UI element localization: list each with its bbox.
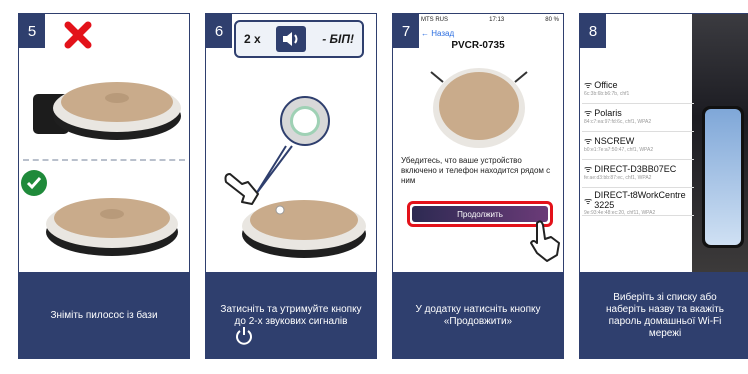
phone-image [702, 106, 744, 248]
button-zoom [280, 96, 330, 146]
beep-text: - БІП! [322, 32, 354, 46]
step-6-panel: 6 2 x - БІП! Затисніть та утримуйте кноп… [205, 13, 377, 359]
wifi-icon: ᯤ [584, 80, 593, 90]
wifi-icon: ᯤ [584, 164, 593, 174]
battery: 80 % [545, 17, 559, 23]
divider [23, 159, 185, 161]
wifi-network[interactable]: ᯤ Office 6c:3b:6b:b6:7b, chf1 [582, 78, 694, 104]
beep-count: 2 x [244, 32, 261, 46]
clock: 17:13 [489, 17, 505, 23]
step-6-image: 2 x - БІП! [206, 14, 376, 272]
step-caption: Затисніть та утримуйте кнопку до 2-х зву… [206, 272, 376, 358]
wifi-icon: ᯤ [584, 108, 593, 118]
wifi-network[interactable]: ᯤ DIRECT-D3BB07EC fe:ae:d3:bb:87:ec, chf1… [582, 162, 694, 188]
hand-icon [530, 220, 560, 262]
beep-callout: 2 x - БІП! [234, 20, 364, 58]
cross-icon [64, 21, 92, 49]
step-caption: У додатку натисніть кнопку «Продовжити» [393, 272, 563, 358]
speaker-icon [276, 26, 307, 52]
carrier: MTS RUS [421, 17, 448, 23]
wifi-network[interactable]: ᯤ NSCREW b0:e1:7e:a7:50:47, chf1, WPA2 [582, 134, 694, 160]
step-number: 7 [393, 14, 419, 48]
step-8-image: ᯤ Office 6c:3b:6b:b6:7b, chf1 ᯤ Polaris 84… [580, 14, 748, 272]
step-number: 5 [19, 14, 45, 48]
wifi-icon: ᯤ [584, 195, 593, 206]
step-7-panel: 7 MTS RUS 17:13 80 % ← Назад PVCR-0735 У… [392, 13, 564, 359]
robot-alone-image [46, 198, 178, 256]
wifi-network[interactable]: ᯤ Polaris 84:c7:ea:97:fd:6c, chf1, WPA2 [582, 106, 694, 132]
robot-on-base-image [33, 82, 181, 140]
step-caption: Зніміть пилосос із бази [19, 272, 189, 358]
step-caption: Виберіть зі списку або наберіть назву та… [580, 272, 748, 358]
robot-image [430, 68, 528, 148]
power-icon [236, 327, 252, 345]
step-5-panel: 5 Зніміть пилосос із бази [18, 13, 190, 359]
instruction-text: Убедитесь, что ваше устройство включено … [401, 156, 551, 185]
wifi-icon: ᯤ [584, 136, 593, 146]
phone-screen: MTS RUS 17:13 80 % ← Назад PVCR-0735 Убе… [393, 14, 563, 272]
hand-icon [224, 173, 259, 205]
step-8-panel: 8 ᯤ Office 6c:3b:6b:b6:7b, chf1 ᯤ Polaris … [579, 13, 748, 359]
status-bar: MTS RUS 17:13 80 % [421, 17, 559, 27]
step-number: 6 [206, 14, 232, 48]
step-5-image [19, 14, 189, 272]
back-link[interactable]: ← Назад [421, 29, 454, 38]
step-number: 8 [580, 14, 606, 48]
wifi-list: ᯤ Office 6c:3b:6b:b6:7b, chf1 ᯤ Polaris 84… [582, 76, 694, 216]
wifi-network[interactable]: ᯤ DIRECT-t8WorkCentre 3225 9e:93:4e:48:ec… [582, 190, 694, 216]
